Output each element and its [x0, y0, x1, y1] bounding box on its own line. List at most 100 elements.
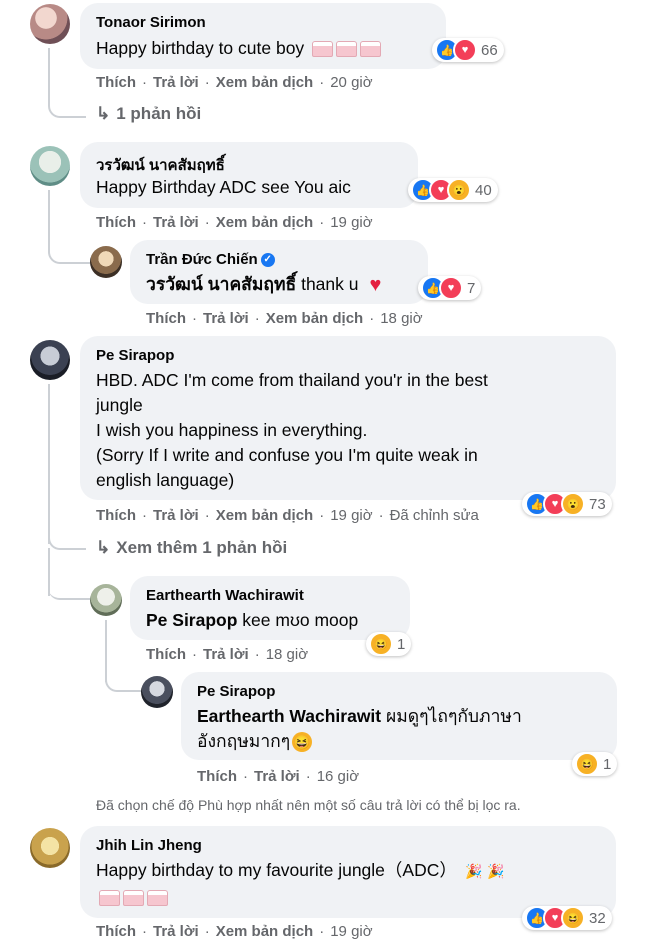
comment-actions: Thích · Trả lời · Xem bản dịch · 19 giờ · Đã chỉ…: [96, 507, 479, 524]
reaction-count: 1: [397, 635, 406, 653]
comment-emoji-line: [96, 885, 168, 910]
reply-text: Pe Sirapop kee mʊo moop: [146, 610, 359, 630]
haha-reaction-icon: 😆: [575, 752, 599, 776]
like-button[interactable]: Thích: [96, 923, 136, 940]
reaction-summary[interactable]: 😆 1: [366, 632, 412, 656]
cake-emoji-icon: [336, 41, 358, 58]
reaction-count: 73: [589, 495, 606, 513]
timestamp[interactable]: 18 giờ: [266, 646, 308, 663]
like-button[interactable]: Thích: [146, 646, 186, 663]
translate-button[interactable]: Xem bản dịch: [216, 214, 314, 231]
timestamp[interactable]: 16 giờ: [317, 768, 359, 785]
comment-actions: Thích · Trả lời · Xem bản dịch · 19 giờ: [96, 923, 373, 940]
replier-name[interactable]: Earthearth Wachirawit: [146, 587, 304, 604]
timestamp[interactable]: 19 giờ: [330, 923, 372, 940]
reaction-count: 1: [603, 755, 612, 773]
reaction-count: 40: [475, 181, 492, 199]
thread-line: [48, 580, 92, 600]
replier-name[interactable]: Trần Đức Chiến ✓: [146, 251, 275, 268]
avatar[interactable]: [30, 146, 70, 186]
reply-button[interactable]: Trả lời: [153, 214, 199, 231]
wow-reaction-icon: 😮: [447, 178, 471, 202]
laugh-emoji-icon: 😆: [292, 732, 313, 753]
reaction-count: 7: [467, 279, 476, 297]
comment-text: Happy birthday to my favourite jungle（AD…: [96, 860, 505, 880]
commenter-name[interactable]: Tonaor Sirimon: [96, 14, 206, 31]
commenter-name[interactable]: วรวัฒน์ นาคสัมฤทธิ์: [96, 153, 225, 177]
cake-emoji-icon: [99, 890, 120, 907]
comment-actions: Thích · Trả lời · Xem bản dịch · 19 giờ: [96, 214, 373, 231]
cake-emoji-icon: [360, 41, 382, 58]
see-more-replies-link[interactable]: ↳ Xem thêm 1 phản hồi: [96, 538, 287, 558]
reply-arrow-icon: ↳: [96, 538, 111, 557]
avatar[interactable]: [30, 828, 70, 868]
love-reaction-icon: ♥: [439, 276, 463, 300]
reaction-summary[interactable]: 😆 1: [572, 752, 618, 776]
avatar[interactable]: [30, 340, 70, 380]
love-reaction-icon: ♥: [453, 38, 477, 62]
heart-emoji-icon: ♥: [369, 274, 382, 297]
reaction-summary[interactable]: 👍 ♥ 😮 73: [522, 492, 612, 516]
reply-button[interactable]: Trả lời: [153, 74, 199, 91]
translate-button[interactable]: Xem bản dịch: [266, 310, 364, 327]
comment-actions: Thích · Trả lời · Xem bản dịch · 20 giờ: [96, 74, 373, 91]
reply-actions: Thích · Trả lời · Xem bản dịch · 18 giờ: [146, 310, 423, 327]
edited-label[interactable]: Đã chỉnh sửa: [390, 507, 479, 524]
like-button[interactable]: Thích: [96, 74, 136, 91]
haha-reaction-icon: 😆: [369, 632, 393, 656]
timestamp[interactable]: 19 giờ: [330, 507, 372, 524]
avatar[interactable]: [141, 676, 173, 708]
comment-text-line: I wish you happiness in everything.: [96, 420, 368, 440]
reply-button[interactable]: Trả lời: [203, 646, 249, 663]
verified-badge-icon: ✓: [260, 253, 275, 268]
mention-tag[interactable]: วรวัฒน์ นาคสัมฤทธิ์: [146, 274, 296, 294]
like-button[interactable]: Thích: [197, 768, 237, 785]
reply-button[interactable]: Trả lời: [203, 310, 249, 327]
reaction-count: 66: [481, 41, 498, 59]
party-popper-emoji-icon: 🎉: [487, 863, 505, 880]
thread-line: [48, 530, 86, 550]
commenter-name[interactable]: Pe Sirapop: [96, 347, 174, 364]
cake-emoji-icon: [147, 890, 168, 907]
avatar[interactable]: [30, 4, 70, 44]
reaction-count: 32: [589, 909, 606, 927]
avatar[interactable]: [90, 584, 122, 616]
translate-button[interactable]: Xem bản dịch: [216, 507, 314, 524]
reply-button[interactable]: Trả lời: [254, 768, 300, 785]
party-popper-emoji-icon: 🎉: [465, 863, 483, 880]
reaction-summary[interactable]: 👍 ♥ 😆 32: [522, 906, 612, 930]
like-button[interactable]: Thích: [146, 310, 186, 327]
mention-tag[interactable]: Earthearth Wachirawit: [197, 706, 381, 726]
translate-button[interactable]: Xem bản dịch: [216, 923, 314, 940]
comment-text: Happy birthday to cute boy: [96, 36, 382, 61]
translate-button[interactable]: Xem bản dịch: [216, 74, 314, 91]
commenter-name[interactable]: Jhih Lin Jheng: [96, 837, 202, 854]
reply-text: Earthearth Wachirawit ผมดูๆไถๆกับภาษา: [197, 706, 522, 726]
like-button[interactable]: Thích: [96, 507, 136, 524]
reaction-summary[interactable]: 👍 ♥ 7: [418, 276, 482, 300]
replier-name[interactable]: Pe Sirapop: [197, 683, 275, 700]
like-button[interactable]: Thích: [96, 214, 136, 231]
filter-notice: Đã chọn chế độ Phù hợp nhất nên một số c…: [96, 797, 521, 813]
reply-button[interactable]: Trả lời: [153, 923, 199, 940]
cake-emoji-icon: [312, 41, 334, 58]
reply-text: วรวัฒน์ นาคสัมฤทธิ์ thank u ♥: [146, 272, 385, 297]
view-replies-link[interactable]: ↳ 1 phản hồi: [96, 104, 201, 124]
reaction-summary[interactable]: 👍 ♥ 😮 40: [408, 178, 498, 202]
comment-text-line: (Sorry If I write and confuse you I'm qu…: [96, 445, 478, 465]
timestamp[interactable]: 19 giờ: [330, 214, 372, 231]
thread-line: [105, 664, 143, 692]
timestamp[interactable]: 18 giờ: [380, 310, 422, 327]
avatar[interactable]: [90, 246, 122, 278]
reply-button[interactable]: Trả lời: [153, 507, 199, 524]
reaction-summary[interactable]: 👍 ♥ 66: [432, 38, 504, 62]
reply-text-line: อังกฤษมากๆ 😆: [197, 731, 313, 753]
mention-tag[interactable]: Pe Sirapop: [146, 610, 237, 630]
wow-reaction-icon: 😮: [561, 492, 585, 516]
timestamp[interactable]: 20 giờ: [330, 74, 372, 91]
comment-text-line: jungle: [96, 395, 143, 415]
haha-reaction-icon: 😆: [561, 906, 585, 930]
thread-line: [48, 384, 50, 544]
comment-text-line: english language): [96, 470, 235, 490]
comment-text: Happy Birthday ADC see You aic: [96, 177, 351, 197]
